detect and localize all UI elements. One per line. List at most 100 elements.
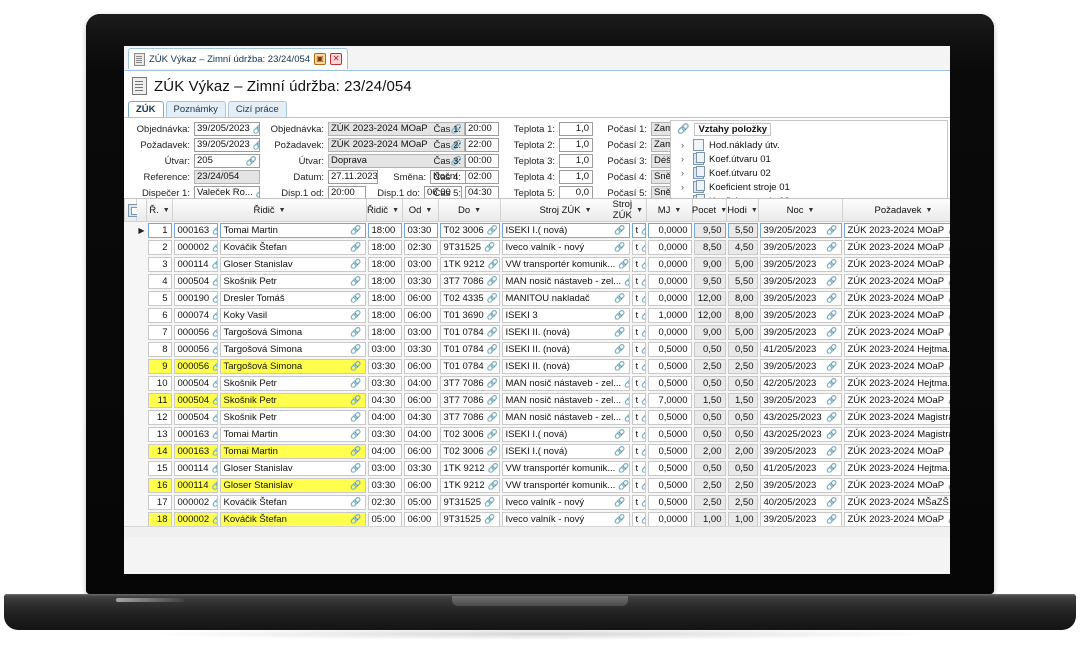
driver-code-cell[interactable]: 000056🔗 [172, 341, 219, 358]
time-to-cell[interactable]: 03:00 [402, 324, 439, 341]
hours-cell[interactable]: 9,00 [692, 256, 727, 273]
night-hours[interactable]: 2,50 [727, 478, 758, 493]
time-from-cell[interactable]: 04:30 [366, 392, 403, 409]
machine-name[interactable]: MANITOU nakladač 🔗 [501, 291, 630, 306]
col-pozadavek-cislo[interactable]: Požadavek ▼ [842, 199, 950, 222]
machine-name-cell[interactable]: ISEKI 3 🔗 [500, 307, 631, 324]
row-number[interactable]: 5 [147, 291, 172, 306]
machine-code-cell[interactable]: T01 3690 🔗 [438, 307, 501, 324]
request-number-cell[interactable]: 39/205/2023 🔗 [758, 307, 843, 324]
table-row[interactable]: 4000504🔗Skošnik Petr🔗18:0003:303T7 7086🔗… [124, 273, 950, 290]
row-marker-cell[interactable] [136, 426, 147, 443]
quantity-cell[interactable]: 0,0000 [646, 273, 693, 290]
col-pocet[interactable]: Pocet ▼ [692, 199, 727, 222]
close-icon[interactable]: ✕ [330, 53, 343, 65]
night-hours[interactable]: 2,00 [727, 444, 758, 459]
machine-code-cell[interactable]: T01 0784 🔗 [438, 358, 501, 375]
request-number-cell[interactable]: 39/205/2023 🔗 [758, 256, 843, 273]
link-icon[interactable]: 🔗 [945, 258, 950, 271]
driver-code-cell[interactable]: 000114🔗 [172, 256, 219, 273]
unit[interactable]: t🔗 [631, 342, 646, 357]
row-number[interactable]: 10 [147, 376, 172, 391]
night-hours-cell[interactable]: 5,50 [726, 273, 759, 290]
driver-name[interactable]: Kováčik Štefan 🔗 [219, 240, 366, 255]
machine-code-cell[interactable]: T02 3006 🔗 [438, 426, 501, 443]
driver-name-cell[interactable]: Kováčik Štefan 🔗 [218, 239, 367, 256]
time-from-cell[interactable]: 03:30 [366, 426, 403, 443]
driver-code[interactable]: 000163🔗 [173, 427, 218, 442]
time-to-cell[interactable]: 03:30 [402, 273, 439, 290]
unit-cell[interactable]: t🔗 [630, 324, 647, 341]
hours[interactable]: 9,50 [693, 223, 726, 238]
unit[interactable]: t🔗 [631, 410, 646, 425]
col-ridic-kod[interactable]: Řidič ▼ [172, 199, 367, 222]
row-marker-cell[interactable] [136, 256, 147, 273]
time-to[interactable]: 06:00 [403, 308, 438, 323]
quantity[interactable]: 0,0000 [647, 512, 692, 527]
hours[interactable]: 2,50 [693, 478, 726, 493]
table-row[interactable]: ▶1000163🔗Tomai Martin🔗18:0003:30T02 3006… [124, 221, 950, 239]
link-icon[interactable]: 🔗 [209, 224, 216, 237]
link-icon[interactable]: 🔗 [638, 309, 644, 322]
time-from[interactable]: 03:30 [367, 359, 402, 374]
request-name[interactable]: ZÚK 2023-2024 Magistrát🔗 [843, 427, 950, 442]
quantity[interactable]: 0,0000 [647, 240, 692, 255]
machine-name[interactable]: MAN nosič nástaveb - zel...🔗 [501, 274, 630, 289]
teplota1-input[interactable]: 1,0 [559, 122, 593, 136]
row-number[interactable]: 8 [147, 342, 172, 357]
hours[interactable]: 0,50 [693, 342, 726, 357]
unit[interactable]: t🔗 [631, 393, 646, 408]
request-number[interactable]: 39/205/2023 🔗 [759, 359, 842, 374]
machine-name-cell[interactable]: MAN nosič nástaveb - zel...🔗 [500, 375, 631, 392]
caret-down-icon[interactable]: ▼ [163, 207, 170, 214]
tree-item-koef-utvaru-01[interactable]: › Koef.útvaru 01 [671, 152, 947, 166]
table-row[interactable]: 12000504🔗Skošnik Petr🔗04:0004:303T7 7086… [124, 409, 950, 426]
quantity[interactable]: 7,0000 [647, 393, 692, 408]
link-icon[interactable]: 🔗 [638, 445, 644, 458]
link-icon[interactable]: 🔗 [209, 462, 217, 475]
row-number[interactable]: 18 [147, 512, 172, 527]
request-name-cell[interactable]: ZÚK 2023-2024 MOaP🔗 [842, 358, 950, 375]
machine-name-cell[interactable]: ISEKI II. (nová) 🔗 [500, 341, 631, 358]
link-icon[interactable]: 🔗 [611, 292, 625, 305]
hours[interactable]: 0,50 [693, 376, 726, 391]
driver-code-cell[interactable]: 000074🔗 [172, 307, 219, 324]
time-to-cell[interactable]: 04:00 [402, 375, 439, 392]
time-to-cell[interactable]: 05:00 [402, 494, 439, 511]
time-from[interactable]: 03:00 [367, 461, 402, 476]
table-row[interactable]: 3000114🔗Gloser Stanislav🔗18:0003:001TK 9… [124, 256, 950, 273]
row-number[interactable]: 14 [147, 444, 172, 459]
row-marker-cell[interactable] [136, 290, 147, 307]
unit[interactable]: t🔗 [631, 376, 646, 391]
driver-name-cell[interactable]: Koky Vasil 🔗 [218, 307, 367, 324]
quantity[interactable]: 0,5000 [647, 461, 692, 476]
table-row[interactable]: 11000504🔗Skošnik Petr🔗04:3006:003T7 7086… [124, 392, 950, 409]
row-marker-cell[interactable] [136, 477, 147, 494]
driver-code[interactable]: 000056🔗 [173, 325, 218, 340]
time-from-cell[interactable]: 04:00 [366, 409, 403, 426]
time-to-cell[interactable]: 06:00 [402, 392, 439, 409]
driver-name[interactable]: Gloser Stanislav 🔗 [219, 478, 366, 493]
link-icon[interactable]: 🔗 [638, 394, 644, 407]
machine-code[interactable]: T01 0784 🔗 [439, 342, 500, 357]
teplota2-input[interactable]: 1,0 [559, 138, 593, 152]
tab-zuk[interactable]: ZÚK [128, 101, 164, 117]
link-icon[interactable]: 🔗 [945, 275, 950, 288]
request-name-cell[interactable]: ZÚK 2023-2024 MOaP🔗 [842, 307, 950, 324]
hours[interactable]: 0,50 [693, 461, 726, 476]
night-hours-cell[interactable]: 2,00 [726, 443, 759, 460]
driver-name-cell[interactable]: Gloser Stanislav 🔗 [218, 460, 367, 477]
time-from[interactable]: 03:00 [367, 342, 402, 357]
link-icon[interactable]: 🔗 [209, 258, 217, 271]
machine-code[interactable]: 9T31525 🔗 [439, 495, 500, 510]
link-icon[interactable]: 🔗 [209, 326, 216, 339]
link-icon[interactable]: 🔗 [945, 360, 950, 373]
caret-down-icon[interactable]: ▼ [474, 207, 481, 214]
row-marker-cell[interactable] [136, 239, 147, 256]
machine-code-cell[interactable]: 3T7 7086 🔗 [438, 409, 501, 426]
utvar1-input[interactable]: 205 🔗 [194, 154, 260, 168]
time-to-cell[interactable]: 04:30 [402, 409, 439, 426]
col-do[interactable]: Do ▼ [438, 199, 501, 222]
driver-name[interactable]: Skošnik Petr 🔗 [219, 274, 366, 289]
row-number-cell[interactable]: 7 [146, 324, 173, 341]
